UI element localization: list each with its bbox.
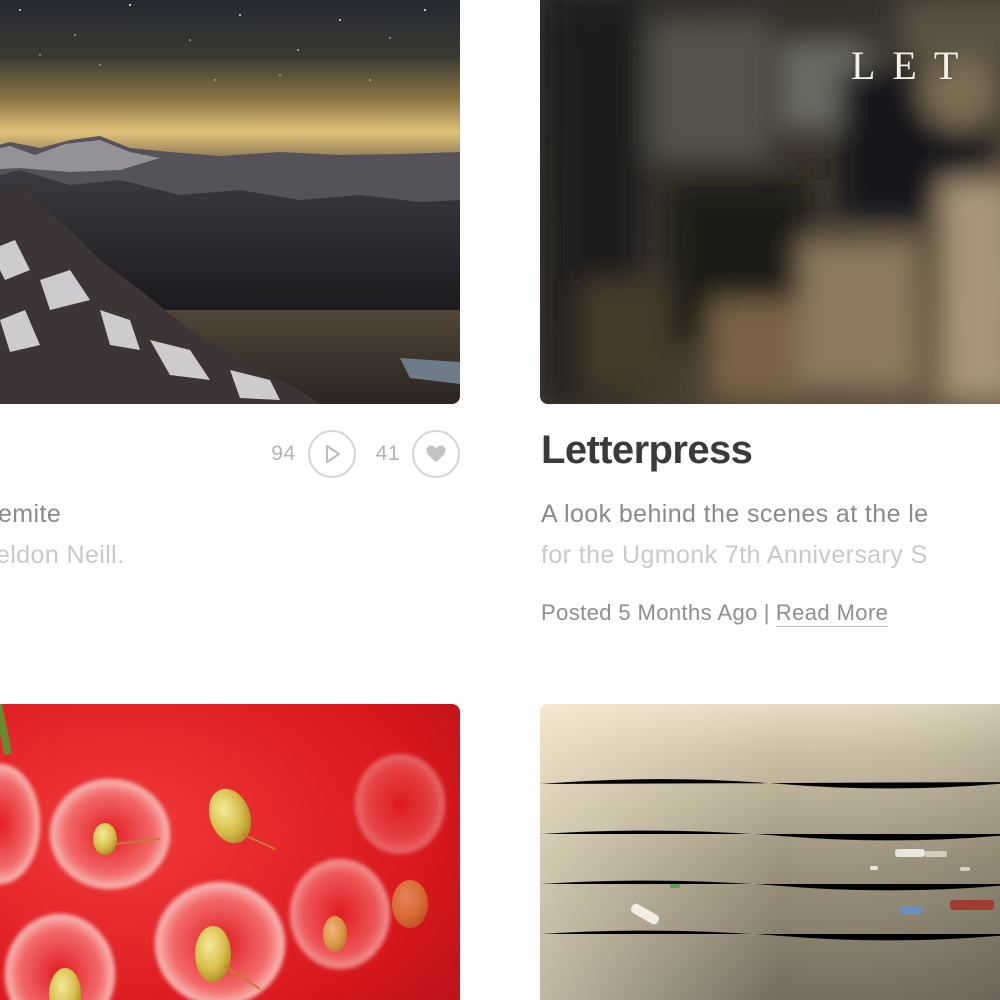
letterpress-description-line2: for the Ugmonk 7th Anniversary S bbox=[541, 541, 928, 569]
letterpress-description-line1: A look behind the scenes at the le bbox=[541, 500, 929, 528]
like-count: 41 bbox=[375, 442, 400, 465]
yosemite-thumbnail[interactable] bbox=[0, 0, 460, 404]
like-button[interactable] bbox=[412, 430, 460, 478]
heart-icon bbox=[426, 445, 446, 462]
play-count: 94 bbox=[271, 442, 296, 465]
yosemite-stats: 94 41 bbox=[271, 428, 460, 480]
read-more-link[interactable]: Read More bbox=[775, 600, 889, 627]
letterpress-meta: Posted 5 Months Ago | Read More bbox=[541, 600, 889, 627]
strawberry-thumbnail[interactable] bbox=[0, 704, 460, 1000]
night-mountain-image bbox=[0, 0, 460, 404]
meta-separator: | bbox=[763, 600, 770, 625]
yosemite-description-line1: emite bbox=[0, 500, 62, 528]
letterpress-overlay-title: LET bbox=[851, 43, 976, 88]
posted-date: Posted 5 Months Ago bbox=[541, 600, 758, 625]
play-button[interactable] bbox=[307, 430, 356, 478]
yosemite-description-line2: eldon Neill. bbox=[0, 541, 125, 569]
letterpress-thumbnail[interactable]: LET bbox=[540, 0, 1000, 404]
play-icon bbox=[325, 445, 340, 463]
strawberry-macro-image bbox=[0, 704, 460, 1000]
ocean-boats-thumbnail[interactable] bbox=[540, 704, 1000, 1000]
letterpress-title[interactable]: Letterpress bbox=[541, 428, 753, 473]
video-grid: LET 94 41 emite eldon Neill. Letterpress… bbox=[0, 0, 1000, 1000]
ocean-aerial-image bbox=[540, 704, 1000, 1000]
